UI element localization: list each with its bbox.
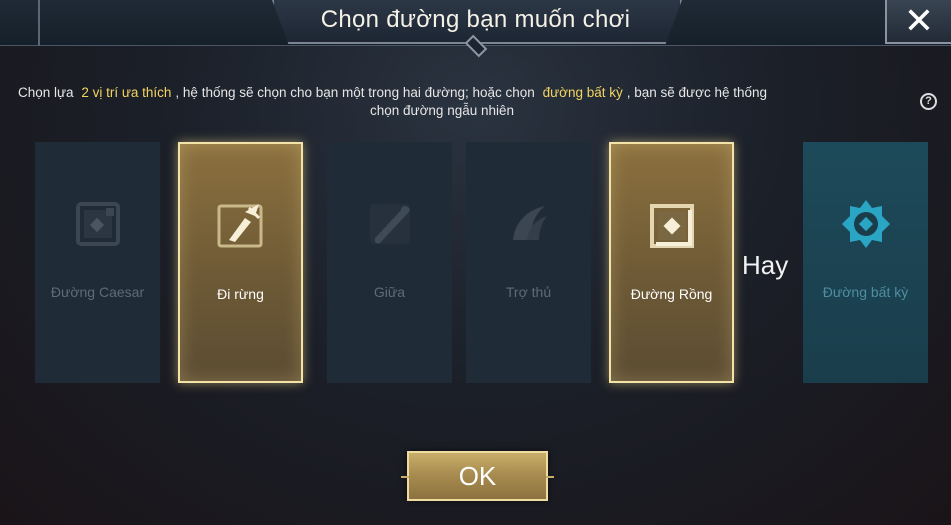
lane-label: Đường Rồng — [630, 286, 713, 302]
desc-part2: , hệ thống sẽ chọn cho bạn một trong hai… — [175, 85, 535, 100]
lane-label: Trợ thủ — [505, 284, 552, 300]
lane-card-mid[interactable]: Giữa — [327, 142, 452, 383]
dragon-lane-icon — [646, 200, 698, 252]
lane-card-caesar[interactable]: Đường Caesar — [35, 142, 160, 383]
support-icon — [503, 198, 555, 250]
ok-button[interactable]: OK — [401, 451, 554, 501]
desc-line2: chọn đường ngẫu nhiên — [370, 103, 515, 118]
desc-part1: Chọn lựa — [18, 85, 74, 100]
lane-label: Đi rừng — [217, 286, 264, 302]
lane-card-any[interactable]: Đường bất kỳ — [803, 142, 928, 383]
lane-label: Giữa — [373, 284, 406, 300]
lane-card-jungle[interactable]: Đi rừng — [178, 142, 303, 383]
dialog-title: Chọn đường bạn muốn chơi — [320, 6, 631, 33]
lane-label: Đường bất kỳ — [822, 284, 909, 300]
help-icon[interactable]: ? — [920, 93, 937, 110]
caesar-lane-icon — [72, 198, 124, 250]
mid-lane-icon — [364, 198, 416, 250]
lane-label: Đường Caesar — [50, 284, 145, 300]
desc-part3: , bạn sẽ được hệ thống — [626, 85, 767, 100]
jungle-icon — [215, 200, 267, 252]
lane-card-dragon[interactable]: Đường Rồng — [609, 142, 734, 383]
lane-card-support[interactable]: Trợ thủ — [466, 142, 591, 383]
desc-highlight-preferred: 2 vị trí ưa thích — [81, 85, 172, 100]
any-lane-icon — [840, 198, 892, 250]
close-button[interactable]: ✕ — [885, 0, 951, 44]
or-separator: Hay — [742, 250, 789, 280]
desc-highlight-any: đường bất kỳ — [542, 85, 623, 100]
title-bar: Chọn đường bạn muốn chơi ✕ — [0, 0, 951, 58]
instruction-text: Chọn lựa 2 vị trí ưa thích, hệ thống sẽ … — [18, 84, 908, 120]
close-icon: ✕ — [903, 0, 935, 41]
